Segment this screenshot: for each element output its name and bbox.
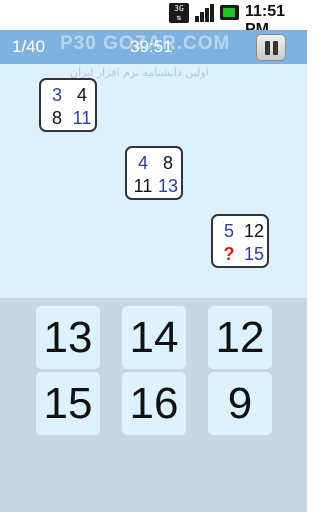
answer-option-1[interactable]: 13 [36, 306, 100, 369]
pause-icon [265, 41, 270, 55]
status-bar: 3G⇅ 11:51 PM [0, 0, 307, 38]
game-header: P30 GOZAR.COM 1/40 39:51 [0, 30, 307, 64]
pause-button[interactable] [256, 34, 286, 61]
square-2-top-right: 8 [162, 153, 173, 173]
square-2-bottom-right: 13 [157, 176, 179, 196]
square-1-bottom-left: 8 [51, 108, 62, 128]
puzzle-area: اولین دانشنامه نرم افزار ایران 3 4 8 11 … [0, 64, 307, 298]
level-counter: 1/40 [12, 37, 46, 56]
square-1-bottom-right: 11 [72, 108, 92, 128]
square-2-bottom-left: 11 [133, 176, 153, 196]
battery-icon [219, 3, 240, 23]
answer-option-3[interactable]: 12 [208, 306, 272, 369]
answer-option-2[interactable]: 14 [122, 306, 186, 369]
square-3-top-left: 5 [223, 221, 234, 241]
network-label: 3G [174, 4, 184, 13]
3g-icon: 3G ⇅ [169, 3, 189, 23]
square-1-top-left: 3 [51, 85, 62, 105]
timer: 39:51 [130, 37, 173, 56]
square-3-bottom-right: 15 [243, 244, 265, 264]
square-2-top-left: 4 [137, 153, 148, 173]
signal-icon [194, 3, 214, 23]
number-square-1: 3 4 8 11 [39, 78, 97, 132]
missing-number-question-mark: ? [223, 244, 235, 264]
square-3-top-right: 12 [243, 221, 265, 241]
number-square-3: 5 12 ? 15 [211, 214, 269, 268]
answer-option-5[interactable]: 16 [122, 372, 186, 435]
number-square-2: 4 8 11 13 [125, 146, 183, 200]
square-1-top-right: 4 [76, 85, 87, 105]
answer-option-6[interactable]: 9 [208, 372, 272, 435]
answer-option-4[interactable]: 15 [36, 372, 100, 435]
answer-panel: 13 14 12 15 16 9 [0, 298, 307, 512]
